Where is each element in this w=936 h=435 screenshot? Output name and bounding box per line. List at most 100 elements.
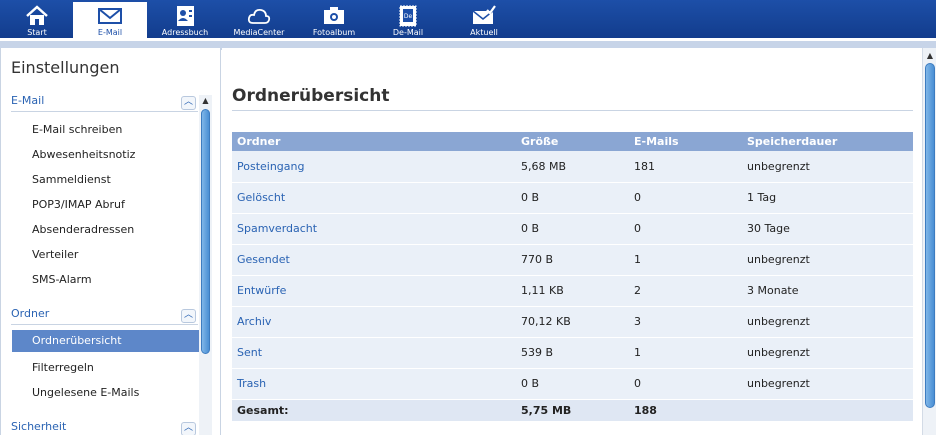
folder-size: 0 B [516,368,629,400]
sidebar-item-pop3-imap[interactable]: POP3/IMAP Abruf [32,198,125,211]
title-divider [232,110,913,111]
sidebar-item-ungelesene-emails[interactable]: Ungelesene E-Mails [32,386,139,399]
folder-size: 5,68 MB [516,151,629,183]
nav-label: Aktuell [470,28,498,37]
section-title-email[interactable]: E-Mail [11,94,44,107]
chevron-up-icon: ︿ [183,310,193,320]
page-title: Ordnerübersicht [232,86,390,106]
folder-count: 3 [629,306,742,338]
column-header-speicherdauer: Speicherdauer [742,132,913,151]
folder-link[interactable]: Sent [232,337,516,369]
folder-retention: unbegrenzt [742,368,913,400]
nav-label: De-Mail [392,28,424,37]
folder-link[interactable]: Archiv [232,306,516,338]
main-scrollbar[interactable]: ▲ [922,48,936,435]
folder-link[interactable]: Gelöscht [232,182,516,214]
sidebar-item-absenderadressen[interactable]: Absenderadressen [32,223,134,236]
top-navigation: Start E-Mail Adressbuch MediaCenter Foto… [0,0,936,41]
total-retention-empty [742,399,913,422]
address-book-icon [177,6,194,26]
section-divider [11,111,198,112]
table-row: Spamverdacht 0 B 0 30 Tage [232,213,913,245]
nav-item-aktuell[interactable]: Aktuell [447,2,521,38]
nav-label: Adressbuch [161,28,209,37]
sidebar-scrollbar-thumb[interactable] [201,109,210,354]
column-header-groesse: Größe [516,132,629,151]
sidebar-item-sammeldienst[interactable]: Sammeldienst [32,173,111,186]
chevron-up-icon: ︿ [183,97,193,107]
chevron-up-icon: ︿ [183,423,193,433]
nav-label: E-Mail [97,28,123,37]
nav-item-fotoalbum[interactable]: Fotoalbum [297,2,371,38]
sidebar-scrollbar[interactable]: ▲ [199,95,212,435]
total-count: 188 [629,399,742,422]
folder-size: 539 B [516,337,629,369]
folder-link[interactable]: Posteingang [232,151,516,183]
cloud-icon [247,8,271,24]
collapse-email-button[interactable]: ︿ [181,96,196,110]
section-divider [11,324,198,325]
sidebar-item-ordneruebersicht[interactable]: Ordnerübersicht [12,330,199,352]
envelope-icon [98,8,122,24]
table-row: Entwürfe 1,11 KB 2 3 Monate [232,275,913,307]
nav-item-adressbuch[interactable]: Adressbuch [148,2,222,38]
folder-link[interactable]: Trash [232,368,516,400]
nav-item-de-mail[interactable]: De De-Mail [371,2,445,38]
folder-link[interactable]: Gesendet [232,244,516,276]
folder-retention: unbegrenzt [742,306,913,338]
folder-count: 0 [629,368,742,400]
nav-label: Start [27,28,47,37]
sidebar-item-sms-alarm[interactable]: SMS-Alarm [32,273,92,286]
nav-label: MediaCenter [233,28,285,37]
main-scrollbar-thumb[interactable] [925,63,935,408]
table-total-row: Gesamt: 5,75 MB 188 [232,399,913,422]
folder-retention: unbegrenzt [742,337,913,369]
collapse-ordner-button[interactable]: ︿ [181,309,196,323]
folder-count: 0 [629,182,742,214]
camera-icon [324,7,344,24]
folder-count: 0 [629,213,742,245]
sidebar-item-abwesenheitsnotiz[interactable]: Abwesenheitsnotiz [32,148,135,161]
folder-size: 0 B [516,213,629,245]
column-header-emails: E-Mails [629,132,742,151]
folder-size: 770 B [516,244,629,276]
table-header-row: Ordner Größe E-Mails Speicherdauer [232,132,913,151]
news-envelope-icon [472,5,496,24]
section-title-sicherheit[interactable]: Sicherheit [11,420,66,433]
folder-retention: unbegrenzt [742,151,913,183]
table-row: Gesendet 770 B 1 unbegrenzt [232,244,913,276]
total-size: 5,75 MB [516,399,629,422]
nav-item-start[interactable]: Start [0,2,74,38]
column-header-ordner: Ordner [232,132,516,151]
sidebar-item-verteiler[interactable]: Verteiler [32,248,78,261]
folder-link[interactable]: Spamverdacht [232,213,516,245]
table-row: Archiv 70,12 KB 3 unbegrenzt [232,306,913,338]
nav-label: Fotoalbum [312,28,356,37]
scroll-up-arrow-icon[interactable]: ▲ [923,50,936,62]
folder-link[interactable]: Entwürfe [232,275,516,307]
sidebar-item-filterregeln[interactable]: Filterregeln [32,361,94,374]
folder-retention: 3 Monate [742,275,913,307]
nav-item-mediacenter[interactable]: MediaCenter [222,2,296,38]
folder-retention: 1 Tag [742,182,913,214]
folder-size: 70,12 KB [516,306,629,338]
scroll-up-arrow-icon[interactable]: ▲ [199,95,212,107]
folder-retention: 30 Tage [742,213,913,245]
collapse-sicherheit-button[interactable]: ︿ [181,422,196,435]
sidebar-item-email-schreiben[interactable]: E-Mail schreiben [32,123,122,136]
settings-sidebar: Einstellungen E-Mail ︿ E-Mail schreiben … [0,48,221,435]
stamp-icon: De [399,5,417,27]
folder-size: 1,11 KB [516,275,629,307]
folder-size: 0 B [516,182,629,214]
folder-count: 1 [629,337,742,369]
table-row: Gelöscht 0 B 0 1 Tag [232,182,913,214]
folder-retention: unbegrenzt [742,244,913,276]
table-row: Sent 539 B 1 unbegrenzt [232,337,913,369]
home-icon [26,5,48,25]
nav-item-email[interactable]: E-Mail [73,2,147,41]
folder-count: 181 [629,151,742,183]
table-row: Posteingang 5,68 MB 181 unbegrenzt [232,151,913,183]
main-content: Ordnerübersicht Ordner Größe E-Mails Spe… [222,48,922,435]
sidebar-heading: Einstellungen [11,58,120,77]
section-title-ordner[interactable]: Ordner [11,307,49,320]
